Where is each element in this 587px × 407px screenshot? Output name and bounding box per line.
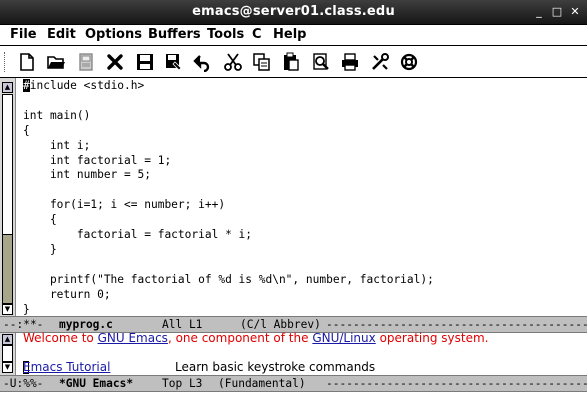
undo-icon[interactable] xyxy=(192,51,214,73)
code-line: printf("The factorial of %d is %d\n", nu… xyxy=(23,272,434,286)
copy-icon[interactable] xyxy=(251,51,273,73)
scroll-down-arrow-icon[interactable]: ▼ xyxy=(2,304,13,315)
scroll-up-arrow-icon[interactable]: ▲ xyxy=(2,334,13,345)
modeline-buffer-name: myprog.c xyxy=(59,318,113,331)
code-line: } xyxy=(23,302,30,316)
minimize-button[interactable]: _ xyxy=(532,5,546,18)
search-icon[interactable] xyxy=(310,51,332,73)
modeline-filler: ----------------------------------------… xyxy=(326,377,587,390)
toolbar xyxy=(0,46,587,78)
modeline-filler: ----------------------------------------… xyxy=(326,318,587,331)
welcome-prefix: Welcome to xyxy=(23,331,98,345)
paste-icon[interactable] xyxy=(280,51,302,73)
text-cursor: # xyxy=(23,79,30,92)
scrollbar-track[interactable] xyxy=(2,234,13,304)
close-button[interactable]: ✕ xyxy=(568,5,582,18)
help-scrollbar[interactable]: ▲ ▼ xyxy=(0,333,16,375)
menu-options[interactable]: Options xyxy=(85,27,142,42)
open-folder-icon[interactable] xyxy=(45,51,67,73)
menu-file[interactable]: File xyxy=(10,27,37,42)
close-x-icon[interactable] xyxy=(104,51,126,73)
maximize-button[interactable]: □ xyxy=(550,5,564,18)
welcome-message: Welcome to GNU Emacs, one component of t… xyxy=(23,331,488,345)
editor-scrollbar[interactable]: ▲ ▼ xyxy=(0,78,16,318)
code-line: int main() xyxy=(23,108,91,122)
save-as-icon[interactable] xyxy=(163,51,185,73)
menu-c[interactable]: C xyxy=(252,27,262,42)
toolbar-grip[interactable] xyxy=(4,52,8,72)
disk-icon[interactable] xyxy=(75,51,97,73)
scroll-up-arrow-icon[interactable]: ▲ xyxy=(2,82,13,93)
menu-edit[interactable]: Edit xyxy=(47,27,76,42)
minibuffer[interactable] xyxy=(0,392,587,407)
help-icon[interactable] xyxy=(398,51,420,73)
modeline-status: -U:%%- xyxy=(3,377,57,390)
print-icon[interactable] xyxy=(339,51,361,73)
modeline-mode: (Fundamental) xyxy=(218,377,306,390)
emacs-tutorial-link[interactable]: Emacs Tutorial xyxy=(23,360,110,374)
code-line: { xyxy=(23,123,30,137)
menu-tools[interactable]: Tools xyxy=(207,27,244,42)
gnu-emacs-link[interactable]: GNU Emacs xyxy=(98,331,168,345)
mode-line-help[interactable]: -U:%%- *GNU Emacs* Top L3 (Fundamental) … xyxy=(0,375,587,392)
welcome-suffix: operating system. xyxy=(375,331,489,345)
code-line: { xyxy=(23,213,57,227)
menu-bar: File Edit Options Buffers Tools C Help xyxy=(0,24,587,46)
save-icon[interactable] xyxy=(134,51,156,73)
code-line: int number = 5; xyxy=(23,168,151,182)
modeline-status: --:**- xyxy=(3,318,57,331)
gnu-linux-link[interactable]: GNU/Linux xyxy=(312,331,375,345)
tutorial-description: Learn basic keystroke commands xyxy=(175,360,376,374)
modeline-buffer-name: *GNU Emacs* xyxy=(59,377,134,390)
window-titlebar[interactable]: emacs@server01.class.edu _ □ ✕ xyxy=(0,0,587,24)
code-line: int i; xyxy=(23,138,91,152)
new-file-icon[interactable] xyxy=(16,51,38,73)
modeline-mode: (C/l Abbrev) xyxy=(240,318,321,331)
code-editor[interactable]: #include <stdio.h> int main() { int i; i… xyxy=(23,79,583,318)
code-line: factorial = factorial * i; xyxy=(23,228,253,242)
cut-icon[interactable] xyxy=(222,51,244,73)
code-line: include <stdio.h> xyxy=(29,79,145,92)
preferences-icon[interactable] xyxy=(369,51,391,73)
code-line: } xyxy=(23,242,57,256)
code-line: for(i=1; i <= number; i++) xyxy=(23,198,226,212)
modeline-position: Top L3 xyxy=(162,377,203,390)
menu-buffers[interactable]: Buffers xyxy=(148,27,201,42)
welcome-middle: , one component of the xyxy=(167,331,313,345)
code-line: int factorial = 1; xyxy=(23,153,172,167)
window-title: emacs@server01.class.edu xyxy=(192,4,395,19)
code-line: return 0; xyxy=(23,287,111,301)
scroll-down-arrow-icon[interactable]: ▼ xyxy=(2,362,13,373)
scrollbar-thumb[interactable] xyxy=(2,345,13,362)
menu-help[interactable]: Help xyxy=(273,27,306,42)
modeline-position: All L1 xyxy=(162,318,203,331)
